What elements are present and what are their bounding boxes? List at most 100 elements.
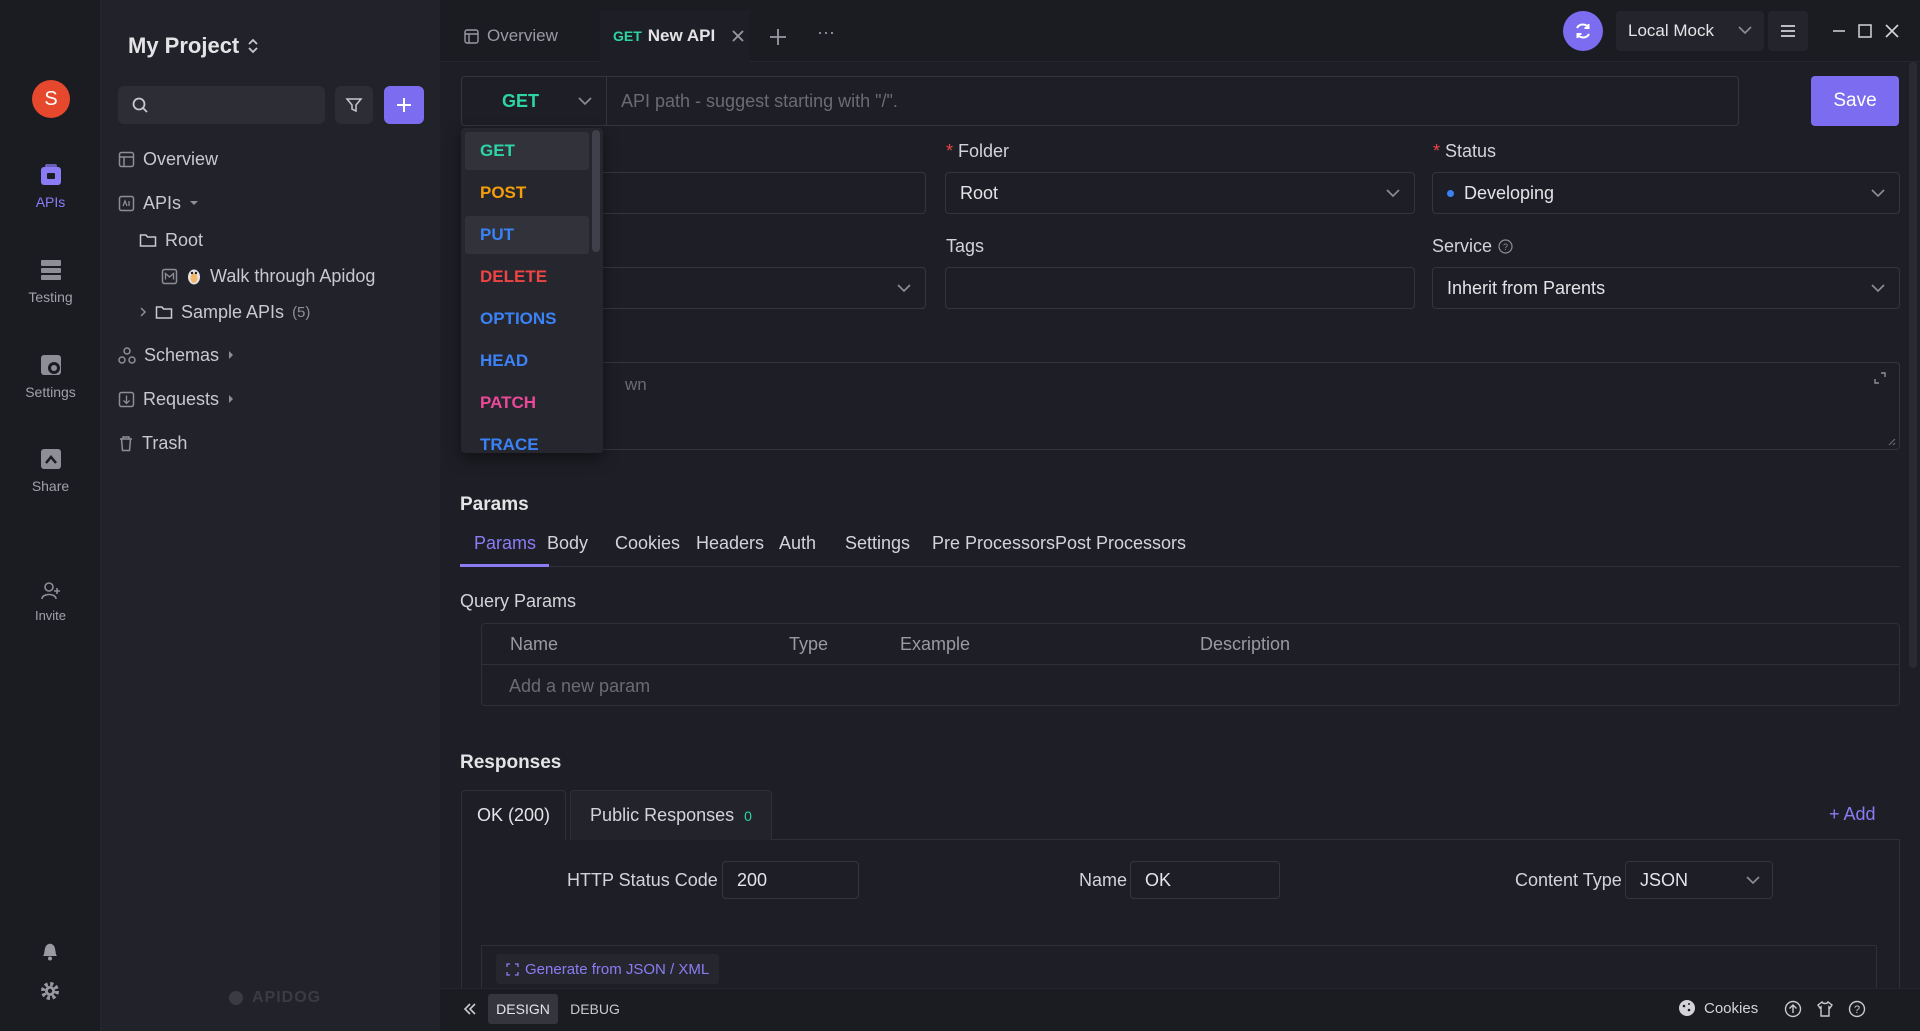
- search-input[interactable]: [118, 86, 325, 124]
- method-option-delete[interactable]: DELETE: [465, 258, 589, 296]
- params-tab-headers[interactable]: Headers: [696, 533, 764, 554]
- params-tab-settings[interactable]: Settings: [845, 533, 910, 554]
- method-value: GET: [502, 90, 540, 111]
- minimize-icon[interactable]: [1832, 24, 1846, 38]
- method-option-post[interactable]: POST: [465, 174, 589, 212]
- params-tab-pre-processors[interactable]: Pre Processors: [932, 533, 1055, 554]
- expand-icon[interactable]: [1873, 371, 1887, 385]
- add-response-button[interactable]: + Add: [1829, 804, 1876, 825]
- gear-icon[interactable]: [39, 980, 61, 1002]
- shirt-icon[interactable]: [1816, 1000, 1834, 1018]
- upload-icon[interactable]: [1784, 1000, 1802, 1018]
- sample-apis-count: (5): [292, 303, 311, 321]
- method-option-put[interactable]: PUT: [465, 216, 589, 254]
- debug-mode-button[interactable]: DEBUG: [560, 994, 630, 1024]
- folder-icon: [155, 304, 173, 320]
- project-switcher[interactable]: My Project: [128, 33, 259, 59]
- method-option-head[interactable]: HEAD: [465, 342, 589, 380]
- status-code-input[interactable]: 200: [722, 861, 859, 899]
- save-button[interactable]: Save: [1811, 76, 1899, 126]
- response-tab-ok[interactable]: OK (200): [461, 790, 566, 840]
- folder-select[interactable]: Root: [945, 172, 1415, 214]
- menu-button[interactable]: [1768, 11, 1808, 51]
- tab-overview-label: Overview: [487, 26, 558, 45]
- more-tabs-icon[interactable]: ···: [817, 22, 835, 43]
- params-tab-body[interactable]: Body: [547, 533, 588, 554]
- params-tab-params[interactable]: Params: [474, 533, 536, 554]
- caret-down-icon: [189, 198, 199, 208]
- api-path-input[interactable]: API path - suggest starting with "/".: [606, 76, 1739, 126]
- window-close-icon[interactable]: [1885, 24, 1899, 38]
- penguin-icon: [186, 267, 202, 285]
- method-option-get[interactable]: GET: [465, 132, 589, 170]
- method-option-patch[interactable]: PATCH: [465, 384, 589, 422]
- chevron-down-icon: [1738, 25, 1752, 35]
- content-type-select[interactable]: JSON: [1625, 861, 1773, 899]
- method-option-trace[interactable]: TRACE: [465, 426, 589, 453]
- params-tab-cookies[interactable]: Cookies: [615, 533, 680, 554]
- tab-new-api[interactable]: GET New API: [600, 10, 750, 62]
- tree-item-schemas[interactable]: Schemas: [118, 340, 235, 370]
- close-icon[interactable]: [731, 29, 745, 43]
- rail-item-settings[interactable]: Settings: [0, 352, 101, 400]
- tags-input[interactable]: [945, 267, 1415, 309]
- help-circle-icon[interactable]: ?: [1848, 1000, 1866, 1018]
- bell-icon[interactable]: [39, 940, 61, 962]
- content-type-value: JSON: [1640, 869, 1689, 890]
- tree-item-walk-through[interactable]: Walk through Apidog: [161, 261, 375, 291]
- generate-from-json-button[interactable]: Generate from JSON / XML: [496, 954, 720, 984]
- dropdown-scrollbar[interactable]: [592, 130, 600, 252]
- help-icon[interactable]: ?: [1498, 239, 1513, 254]
- method-select[interactable]: GET: [461, 76, 606, 126]
- tree-item-apis[interactable]: APIs: [118, 188, 199, 218]
- rail-label-testing: Testing: [28, 289, 73, 305]
- rail-item-invite[interactable]: Invite: [0, 580, 101, 623]
- tree-item-trash[interactable]: Trash: [118, 428, 187, 458]
- collapse-sidebar-icon[interactable]: [462, 1001, 478, 1017]
- rail-item-apis[interactable]: APIs: [0, 162, 101, 210]
- query-params-title: Query Params: [460, 591, 577, 611]
- rail-item-testing[interactable]: Testing: [0, 257, 101, 305]
- response-tab-public-label: Public Responses: [590, 805, 735, 825]
- filter-button[interactable]: [335, 86, 373, 124]
- folder-value: Root: [960, 182, 999, 203]
- column-name: Name: [510, 634, 559, 654]
- method-option-options[interactable]: OPTIONS: [465, 300, 589, 338]
- sync-icon: [1573, 21, 1593, 41]
- resize-handle-icon[interactable]: [1886, 436, 1896, 446]
- add-param-input[interactable]: Add a new param: [509, 676, 650, 697]
- tree-label-walk-through: Walk through Apidog: [210, 265, 376, 286]
- status-select[interactable]: Developing: [1432, 172, 1900, 214]
- tree-label-root: Root: [165, 229, 204, 250]
- responses-title: Responses: [460, 752, 562, 773]
- user-avatar[interactable]: S: [32, 80, 70, 118]
- params-tab-auth[interactable]: Auth: [779, 533, 816, 554]
- tab-overview[interactable]: Overview: [464, 26, 558, 46]
- folder-label: * Folder: [946, 141, 1010, 161]
- main-scrollbar[interactable]: [1909, 62, 1917, 668]
- cookies-button[interactable]: Cookies: [1678, 999, 1758, 1017]
- add-button[interactable]: [384, 86, 424, 124]
- description-textarea[interactable]: wn: [461, 362, 1900, 450]
- design-mode-button[interactable]: DESIGN: [488, 994, 558, 1024]
- sync-button[interactable]: [1563, 11, 1603, 51]
- response-tab-public[interactable]: Public Responses 0: [570, 790, 772, 840]
- tree-item-root[interactable]: Root: [139, 225, 203, 255]
- tree-item-requests[interactable]: Requests: [118, 384, 235, 414]
- maximize-icon[interactable]: [1858, 24, 1872, 38]
- response-tab-ok-label: OK (200): [476, 805, 551, 825]
- plus-icon: [395, 96, 413, 114]
- environment-select[interactable]: Local Mock: [1616, 11, 1764, 51]
- service-select[interactable]: Inherit from Parents: [1432, 267, 1900, 309]
- tree-item-overview[interactable]: Overview: [118, 144, 218, 174]
- tree-item-sample-apis[interactable]: Sample APIs (5): [139, 297, 310, 327]
- caret-right-icon: [227, 394, 235, 404]
- new-tab-icon[interactable]: [768, 27, 788, 47]
- rail-item-share[interactable]: Share: [0, 446, 101, 494]
- params-tab-post-processors[interactable]: Post Processors: [1055, 533, 1186, 554]
- status-code-label: HTTP Status Code: [567, 870, 718, 890]
- api-folder-icon: [118, 195, 135, 212]
- response-name-input[interactable]: OK: [1130, 861, 1280, 899]
- testing-icon: [38, 257, 64, 283]
- updown-icon: [247, 37, 259, 55]
